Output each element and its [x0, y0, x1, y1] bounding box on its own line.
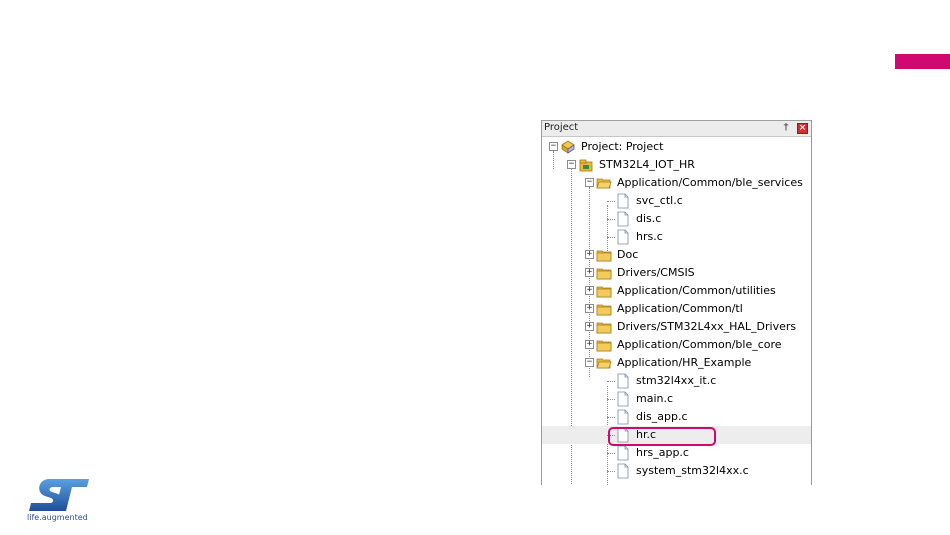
tree-guide-line — [607, 237, 615, 238]
folder-icon — [596, 340, 612, 352]
collapse-icon[interactable]: − — [585, 358, 594, 367]
collapse-icon[interactable]: − — [567, 160, 576, 169]
file-icon — [617, 211, 629, 227]
tree-node-folder[interactable]: + Application/Common/utilities — [542, 282, 811, 300]
tree-node-label: Application/Common/ble_core — [617, 338, 782, 351]
tree-node-folder[interactable]: − Application/HR_Example — [542, 354, 811, 372]
tree-guide-line — [607, 219, 615, 220]
tree-node-label: Application/Common/tl — [617, 302, 743, 315]
tree-node-label: system_stm32l4xx.c — [636, 464, 749, 477]
logo-tagline: life.augmented — [27, 513, 88, 522]
tree-node-folder[interactable]: + Drivers/CMSIS — [542, 264, 811, 282]
tree-node-label: main.c — [636, 392, 674, 405]
tree-node-file[interactable]: svc_ctl.c — [542, 192, 811, 210]
tree-node-folder[interactable]: + Doc — [542, 246, 811, 264]
tree-node-folder[interactable]: + Application/Common/ble_core — [542, 336, 811, 354]
panel-title: Project — [544, 122, 579, 133]
tree-node-label: stm32l4xx_it.c — [636, 374, 717, 387]
tree-node-label: dis_app.c — [636, 410, 688, 423]
tree-node-project[interactable]: − Project: Project — [542, 138, 811, 156]
file-icon — [617, 373, 629, 389]
expand-icon[interactable]: + — [585, 286, 594, 295]
panel-header: Project † × — [542, 120, 811, 137]
tree-guide-line — [607, 381, 615, 382]
folder-icon — [596, 250, 612, 262]
pin-icon[interactable]: † — [781, 122, 791, 134]
file-icon — [617, 445, 629, 461]
file-icon — [617, 409, 629, 425]
file-icon — [617, 229, 629, 245]
file-icon — [617, 463, 629, 479]
tree-guide-line — [607, 417, 615, 418]
tree-node-label: STM32L4_IOT_HR — [599, 158, 695, 171]
folder-icon — [596, 322, 612, 334]
target-icon — [579, 159, 593, 172]
tree-node-file[interactable]: stm32l4xx_it.c — [542, 372, 811, 390]
tree-node-file[interactable]: dis_app.c — [542, 408, 811, 426]
collapse-icon[interactable]: − — [549, 142, 558, 151]
tree-node-file[interactable]: hrs.c — [542, 228, 811, 246]
tree-node-label: Drivers/CMSIS — [617, 266, 695, 279]
accent-bar — [895, 54, 950, 69]
tree-node-label: svc_ctl.c — [636, 194, 683, 207]
tree-node-label: dis.c — [636, 212, 662, 225]
close-icon[interactable]: × — [797, 123, 808, 134]
expand-icon[interactable]: + — [585, 340, 594, 349]
file-icon — [617, 391, 629, 407]
folder-open-icon — [596, 358, 612, 369]
tree-node-file[interactable]: system_stm32l4xx.c — [542, 462, 811, 480]
tree-node-label: Drivers/STM32L4xx_HAL_Drivers — [617, 320, 797, 333]
highlight-box — [608, 427, 716, 446]
folder-icon — [596, 268, 612, 280]
tree-node-file[interactable]: dis.c — [542, 210, 811, 228]
expand-icon[interactable]: + — [585, 268, 594, 277]
folder-open-icon — [596, 178, 612, 189]
tree-node-folder[interactable]: + Drivers/STM32L4xx_HAL_Drivers — [542, 318, 811, 336]
tree-node-folder[interactable]: − Application/Common/ble_services — [542, 174, 811, 192]
tree-guide-line — [607, 201, 615, 202]
tree-guide-line — [607, 453, 615, 454]
folder-icon — [596, 304, 612, 316]
collapse-icon[interactable]: − — [585, 178, 594, 187]
tree-node-label: Application/Common/ble_services — [617, 176, 803, 189]
tree-node-label: Application/HR_Example — [617, 356, 752, 369]
tree-guide-line — [607, 399, 615, 400]
tree-node-label: Application/Common/utilities — [617, 284, 776, 297]
tree-node-file[interactable]: main.c — [542, 390, 811, 408]
tree-node-file[interactable]: hrs_app.c — [542, 444, 811, 462]
project-icon — [561, 140, 575, 154]
expand-icon[interactable]: + — [585, 304, 594, 313]
tree-node-folder[interactable]: + Application/Common/tl — [542, 300, 811, 318]
tree-node-label: Project: Project — [581, 140, 664, 153]
tree-node-label: hrs_app.c — [636, 446, 689, 459]
tree-node-label: hrs.c — [636, 230, 663, 243]
tree-node-target[interactable]: − STM32L4_IOT_HR — [542, 156, 811, 174]
tree-node-label: Doc — [617, 248, 639, 261]
expand-icon[interactable]: + — [585, 250, 594, 259]
tree-guide-line — [607, 471, 615, 472]
expand-icon[interactable]: + — [585, 322, 594, 331]
file-icon — [617, 193, 629, 209]
folder-icon — [596, 286, 612, 298]
